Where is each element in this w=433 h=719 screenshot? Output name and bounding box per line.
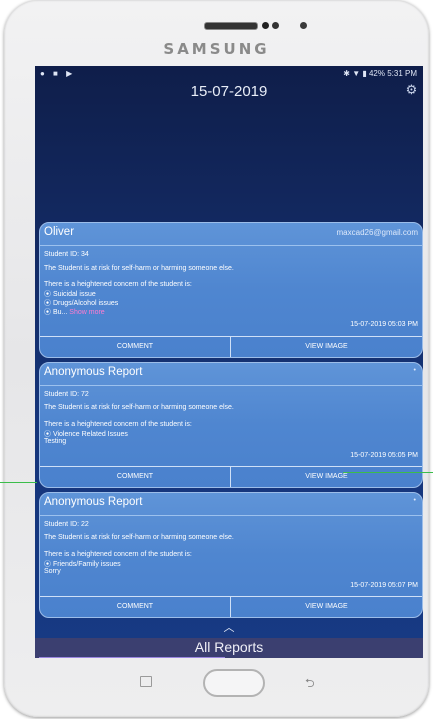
reporter-email: maxcad26@gmail.com [336, 228, 418, 237]
issue-item-truncated: ⦿ Bu... Show more [44, 307, 105, 317]
home-button[interactable] [203, 669, 265, 697]
status-bar: ● ■ ▶ ✱ ▼ ▮ 42% 5:31 PM [35, 66, 423, 80]
settings-gear-icon[interactable]: ⚙ [404, 82, 419, 97]
tablet-frame: SAMSUNG ● ■ ▶ ✱ ▼ ▮ 42% 5:31 PM 15-07-20… [4, 0, 429, 717]
card-actions: COMMENT VIEW IMAGE [40, 466, 422, 487]
card-menu-icon[interactable]: • [414, 497, 416, 504]
risk-text: The Student is at risk for self-harm or … [44, 265, 234, 272]
issue-note: Sorry [44, 568, 61, 575]
risk-text: The Student is at risk for self-harm or … [44, 534, 234, 541]
concern-intro: There is a heightened concern of the stu… [44, 281, 192, 288]
annotation-line [343, 472, 433, 473]
all-reports-label[interactable]: All Reports [35, 639, 423, 655]
card-actions: COMMENT VIEW IMAGE [40, 596, 422, 617]
concern-intro: There is a heightened concern of the stu… [44, 421, 192, 428]
issue-note: Testing [44, 438, 67, 445]
active-tab-indicator [39, 657, 225, 658]
comment-button[interactable]: COMMENT [40, 467, 231, 487]
report-card[interactable]: Oliver maxcad26@gmail.com Student ID: 34… [39, 222, 423, 358]
student-id: Student ID: 22 [44, 521, 89, 528]
view-image-button[interactable]: VIEW IMAGE [231, 467, 422, 487]
reporter-name: Oliver [44, 226, 75, 238]
concern-intro: There is a heightened concern of the stu… [44, 551, 192, 558]
back-icon[interactable]: ⮌ [305, 674, 315, 695]
report-card[interactable]: Anonymous Report • Student ID: 72 The St… [39, 362, 423, 488]
comment-button[interactable]: COMMENT [40, 597, 231, 617]
comment-button[interactable]: COMMENT [40, 337, 231, 357]
show-more-link[interactable]: Show more [69, 309, 104, 316]
report-timestamp: 15-07-2019 05:07 PM [350, 582, 418, 589]
card-menu-icon[interactable]: • [414, 367, 416, 374]
issue-truncated-text: ⦿ Bu... [44, 309, 70, 316]
brand-logo: SAMSUNG [163, 40, 270, 58]
student-id: Student ID: 72 [44, 391, 89, 398]
light-sensor-icon [272, 22, 279, 29]
view-image-button[interactable]: VIEW IMAGE [231, 337, 422, 357]
page-title-date: 15-07-2019 [190, 83, 268, 100]
app-screen: ● ■ ▶ ✱ ▼ ▮ 42% 5:31 PM 15-07-2019 ⚙ Oli… [35, 66, 423, 658]
recent-apps-icon[interactable] [140, 676, 152, 687]
reporter-name: Anonymous Report [44, 496, 143, 508]
student-id: Student ID: 34 [44, 251, 89, 258]
chevron-up-icon[interactable]: ︿ [35, 619, 423, 635]
view-image-button[interactable]: VIEW IMAGE [231, 597, 422, 617]
card-header: Anonymous Report • [40, 363, 422, 386]
speaker-grille [204, 22, 258, 30]
system-status: ✱ ▼ ▮ 42% 5:31 PM [343, 69, 417, 78]
front-camera-icon [262, 22, 269, 29]
card-header: Oliver maxcad26@gmail.com [40, 223, 422, 246]
report-timestamp: 15-07-2019 05:05 PM [350, 452, 418, 459]
risk-text: The Student is at risk for self-harm or … [44, 404, 234, 411]
notification-icons: ● ■ ▶ [40, 69, 76, 78]
annotation-line [0, 482, 37, 483]
report-timestamp: 15-07-2019 05:03 PM [350, 321, 418, 328]
reporter-name: Anonymous Report [44, 366, 143, 378]
card-actions: COMMENT VIEW IMAGE [40, 336, 422, 357]
report-card[interactable]: Anonymous Report • Student ID: 22 The St… [39, 492, 423, 618]
card-header: Anonymous Report • [40, 493, 422, 516]
proximity-sensor-icon [300, 22, 307, 29]
